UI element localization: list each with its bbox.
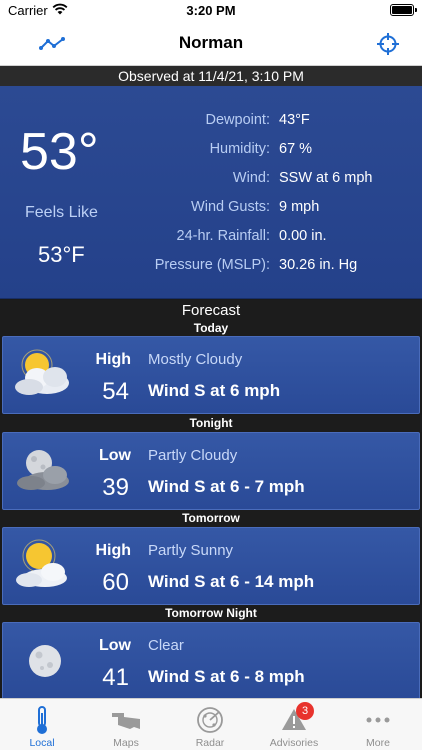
advisories-badge: 3 (296, 702, 314, 720)
period-label: Tomorrow Night (0, 605, 422, 622)
observed-timestamp: Observed at 11/4/21, 3:10 PM (0, 66, 422, 86)
detail-row-wind: Wind: SSW at 6 mph (120, 170, 420, 192)
detail-label: Pressure (MSLP): (154, 257, 270, 273)
forecast-card[interactable]: High 54 Mostly Cloudy Wind S at 6 mph (2, 336, 420, 414)
tab-label: Advisories (269, 737, 319, 749)
detail-value: 43°F (279, 112, 310, 128)
high-low-label: High (95, 351, 131, 368)
tab-label: Maps (113, 737, 139, 749)
tab-radar[interactable]: Radar (168, 699, 252, 750)
forecast-card[interactable]: High 60 Partly Sunny Wind S at 6 - 14 mp… (2, 527, 420, 605)
detail-value: 67 % (279, 141, 313, 157)
current-temperature: 53° (20, 123, 99, 181)
detail-value: 30.26 in. Hg (279, 257, 358, 273)
more-icon (366, 717, 390, 723)
thermometer-icon (37, 706, 47, 734)
detail-label: Wind: (232, 170, 270, 186)
tab-maps[interactable]: Maps (84, 699, 168, 750)
forecast-wind: Wind S at 6 - 14 mph (148, 572, 315, 591)
tab-label: More (366, 737, 390, 749)
feels-like-label: Feels Like (25, 204, 98, 221)
period-label: Tonight (0, 415, 422, 432)
tab-local[interactable]: Local (0, 699, 84, 750)
partly-sunny-icon (16, 539, 67, 587)
high-low-label: High (95, 542, 131, 559)
tab-label: Radar (195, 737, 225, 749)
clear-night-icon (29, 645, 61, 677)
locate-icon[interactable] (376, 32, 400, 56)
tab-advisories[interactable]: 3 Advisories (252, 699, 336, 750)
detail-row-rainfall: 24-hr. Rainfall: 0.00 in. (120, 228, 420, 250)
tab-bar: Local Maps Radar 3 Advisories More (0, 698, 422, 750)
nav-bar: Norman (0, 22, 422, 66)
clock: 3:20 PM (186, 3, 236, 18)
forecast-condition: Mostly Cloudy (148, 351, 243, 368)
forecast-condition: Clear (148, 637, 184, 654)
forecast-condition: Partly Cloudy (148, 447, 238, 464)
forecast-condition: Partly Sunny (148, 542, 234, 559)
detail-value: 0.00 in. (279, 228, 327, 244)
battery-icon (390, 4, 417, 16)
period-label: Today (193, 321, 229, 335)
mostly-cloudy-icon (15, 349, 69, 395)
tab-label: Local (29, 737, 55, 749)
forecast-temperature: 54 (102, 378, 129, 405)
period-label: Tomorrow (0, 510, 422, 527)
radar-icon (197, 707, 223, 733)
detail-row-dewpoint: Dewpoint: 43°F (120, 112, 420, 134)
detail-label: Humidity: (209, 141, 270, 157)
forecast-wind: Wind S at 6 - 8 mph (148, 667, 305, 686)
map-icon (112, 713, 140, 729)
forecast-temperature: 39 (102, 474, 129, 501)
detail-label: Dewpoint: (205, 112, 270, 128)
status-bar: Carrier 3:20 PM (0, 0, 422, 22)
high-low-label: Low (99, 637, 131, 654)
forecast-temperature: 60 (102, 569, 129, 596)
current-conditions-panel: 53° Feels Like 53°F Dewpoint: 43°F Humid… (0, 86, 422, 299)
detail-row-wind-gusts: Wind Gusts: 9 mph (120, 199, 420, 221)
detail-value: SSW at 6 mph (279, 170, 373, 186)
forecast-wind: Wind S at 6 - 7 mph (148, 477, 305, 496)
forecast-temperature: 41 (102, 664, 129, 691)
forecast-card[interactable]: Low 39 Partly Cloudy Wind S at 6 - 7 mph (2, 432, 420, 510)
tab-more[interactable]: More (336, 699, 420, 750)
detail-row-pressure: Pressure (MSLP): 30.26 in. Hg (120, 257, 420, 279)
detail-row-humidity: Humidity: 67 % (120, 141, 420, 163)
detail-label: 24-hr. Rainfall: (176, 228, 271, 244)
forecast-wind: Wind S at 6 mph (148, 381, 281, 400)
high-low-label: Low (99, 447, 131, 464)
forecast-title: Forecast (181, 302, 241, 319)
feels-like-value: 53°F (38, 242, 85, 267)
detail-label: Wind Gusts: (191, 199, 270, 215)
detail-value: 9 mph (279, 199, 320, 215)
forecast-card[interactable]: Low 41 Clear Wind S at 6 - 8 mph (2, 622, 420, 700)
partly-cloudy-night-icon (17, 450, 69, 490)
forecast-header: Forecast Today (0, 300, 422, 336)
page-title: Norman (178, 33, 244, 52)
